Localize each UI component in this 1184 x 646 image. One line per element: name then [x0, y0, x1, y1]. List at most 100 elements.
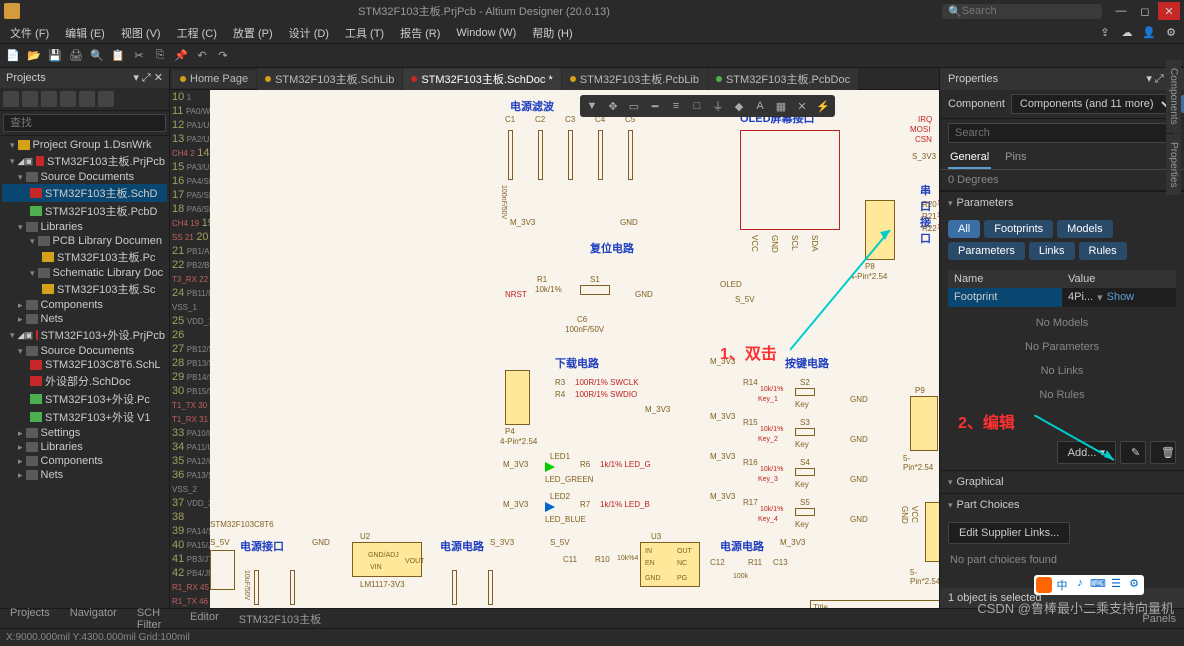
tree-item[interactable]: STM32F103主板.Sc — [2, 280, 167, 298]
tree-item[interactable]: 外设部分.SchDoc — [2, 372, 167, 390]
menu-design[interactable]: 设计 (D) — [283, 23, 335, 43]
tree-item[interactable]: Schematic Library Doc — [2, 266, 167, 280]
prop-search-input[interactable] — [948, 123, 1176, 143]
netlabel-icon[interactable]: □ — [687, 97, 707, 115]
tree-item[interactable]: Libraries — [2, 220, 167, 234]
btn-footprints[interactable]: Footprints — [984, 220, 1053, 238]
side-tab-components[interactable]: Components — [1166, 60, 1181, 133]
cloud-icon[interactable]: ☁ — [1118, 24, 1136, 42]
add-button[interactable]: Add... ▾ — [1057, 441, 1116, 464]
tree-item[interactable]: ◢▣STM32F103主板.PrjPcb — [2, 152, 167, 170]
cut-icon[interactable]: ✂ — [130, 47, 148, 65]
edit-icon[interactable]: ✎ — [1120, 441, 1146, 464]
document-tab[interactable]: STM32F103主板.PcbDoc — [708, 68, 858, 90]
document-tab[interactable]: STM32F103主板.SchDoc * — [403, 68, 560, 90]
ime-icon-4[interactable]: ⌨ — [1090, 577, 1106, 593]
document-tab[interactable]: STM32F103主板.SchLib — [257, 68, 402, 90]
row-footprint-name[interactable]: Footprint — [948, 288, 1062, 307]
redo-icon[interactable]: ↷ — [214, 47, 232, 65]
panel-menu-icon[interactable]: ▾ ⤢ ✕ — [133, 71, 163, 85]
ptb-icon-6[interactable] — [98, 91, 114, 107]
btab-projects[interactable]: Projects — [0, 604, 60, 634]
tab-general[interactable]: General — [948, 147, 991, 169]
tab-pins[interactable]: Pins — [1003, 147, 1028, 169]
prop-scope-select[interactable]: Components (and 11 more) — [1011, 94, 1175, 114]
document-tab[interactable]: Home Page — [172, 70, 256, 88]
ime-icon-5[interactable]: ☰ — [1108, 577, 1124, 593]
schematic-canvas[interactable]: 10 1 11 PA0/WKUP/ USART2_CTS/ ADC12_IN0/… — [170, 90, 939, 608]
row-show[interactable]: Show — [1107, 291, 1135, 304]
ptb-icon-2[interactable] — [22, 91, 38, 107]
delete-icon[interactable]: 🗑 — [1150, 441, 1176, 464]
btab-editor[interactable]: Editor — [180, 608, 229, 630]
tree-item[interactable]: Components — [2, 454, 167, 468]
ptb-icon-4[interactable] — [60, 91, 76, 107]
zoom-icon[interactable]: 🔍 — [88, 47, 106, 65]
btab-schfilter[interactable]: SCH Filter — [127, 604, 171, 634]
tree-item[interactable]: Project Group 1.DsnWrk — [2, 138, 167, 152]
menu-view[interactable]: 视图 (V) — [115, 23, 167, 43]
menu-report[interactable]: 报告 (R) — [394, 23, 446, 43]
tree-item[interactable]: Nets — [2, 312, 167, 326]
tree-item[interactable]: Libraries — [2, 440, 167, 454]
tree-item[interactable]: Components — [2, 298, 167, 312]
bus-icon[interactable]: ≡ — [666, 97, 686, 115]
tree-item[interactable]: Source Documents — [2, 344, 167, 358]
power-icon[interactable]: ⏚ — [708, 97, 728, 115]
part-icon[interactable]: ◆ — [729, 97, 749, 115]
tree-item[interactable]: Source Documents — [2, 170, 167, 184]
row-footprint-value[interactable]: 4Pi... — [1068, 291, 1093, 304]
filter-icon[interactable]: ▼ — [582, 97, 602, 115]
new-icon[interactable]: 📄 — [4, 47, 22, 65]
move-icon[interactable]: ✥ — [603, 97, 623, 115]
minimize-button[interactable]: — — [1110, 2, 1132, 20]
global-search[interactable]: 🔍 — [942, 4, 1102, 19]
ime-icon-2[interactable]: 中 — [1054, 577, 1070, 593]
maximize-button[interactable]: ◻ — [1134, 2, 1156, 20]
edit-supplier-button[interactable]: Edit Supplier Links... — [948, 522, 1070, 544]
menu-tools[interactable]: 工具 (T) — [339, 23, 390, 43]
sec-parameters[interactable]: Parameters — [940, 192, 1184, 214]
share-icon[interactable]: ⇪ — [1096, 24, 1114, 42]
print-icon[interactable]: 🖨 — [67, 47, 85, 65]
tree-item[interactable]: STM32F103+外设 V1 — [2, 408, 167, 426]
clipboard-icon[interactable]: 📋 — [109, 47, 127, 65]
sec-graphical[interactable]: Graphical — [940, 471, 1184, 493]
btn-parameters[interactable]: Parameters — [948, 242, 1025, 260]
ime-icon-1[interactable] — [1036, 577, 1052, 593]
btab-doc[interactable]: STM32F103主板 — [229, 608, 332, 630]
tree-item[interactable]: STM32F103主板.SchD — [2, 184, 167, 202]
sheet-icon[interactable]: ▦ — [771, 97, 791, 115]
wire-icon[interactable]: ━ — [645, 97, 665, 115]
tree-item[interactable]: STM32F103主板.PcbD — [2, 202, 167, 220]
tree-item[interactable]: ◢▣STM32F103+外设.PrjPcb — [2, 326, 167, 344]
document-tab[interactable]: STM32F103主板.PcbLib — [562, 68, 707, 90]
tree-item[interactable]: PCB Library Documen — [2, 234, 167, 248]
tree-item[interactable]: STM32F103C8T6.SchL — [2, 358, 167, 372]
btn-models[interactable]: Models — [1057, 220, 1112, 238]
ptb-icon-5[interactable] — [79, 91, 95, 107]
menu-edit[interactable]: 编辑 (E) — [59, 23, 111, 43]
menu-window[interactable]: Window (W) — [450, 25, 522, 41]
ptb-icon-1[interactable] — [3, 91, 19, 107]
menu-file[interactable]: 文件 (F) — [4, 23, 55, 43]
btn-rules[interactable]: Rules — [1079, 242, 1127, 260]
projects-search-input[interactable] — [3, 114, 166, 132]
undo-icon[interactable]: ↶ — [193, 47, 211, 65]
tree-item[interactable]: Settings — [2, 426, 167, 440]
tree-item[interactable]: STM32F103主板.Pc — [2, 248, 167, 266]
menu-project[interactable]: 工程 (C) — [171, 23, 223, 43]
cross-icon[interactable]: ✕ — [792, 97, 812, 115]
ime-icon-3[interactable]: ♪ — [1072, 577, 1088, 593]
menu-help[interactable]: 帮助 (H) — [526, 23, 578, 43]
menu-place[interactable]: 放置 (P) — [227, 23, 279, 43]
ptb-icon-3[interactable] — [41, 91, 57, 107]
gear-icon[interactable]: ⚙ — [1162, 24, 1180, 42]
close-button[interactable]: ✕ — [1158, 2, 1180, 20]
ime-icon-6[interactable]: ⚙ — [1126, 577, 1142, 593]
tree-item[interactable]: Nets — [2, 468, 167, 482]
global-search-input[interactable] — [962, 5, 1096, 17]
text-icon[interactable]: A — [750, 97, 770, 115]
btab-navigator[interactable]: Navigator — [60, 604, 127, 634]
tree-item[interactable]: STM32F103+外设.Pc — [2, 390, 167, 408]
